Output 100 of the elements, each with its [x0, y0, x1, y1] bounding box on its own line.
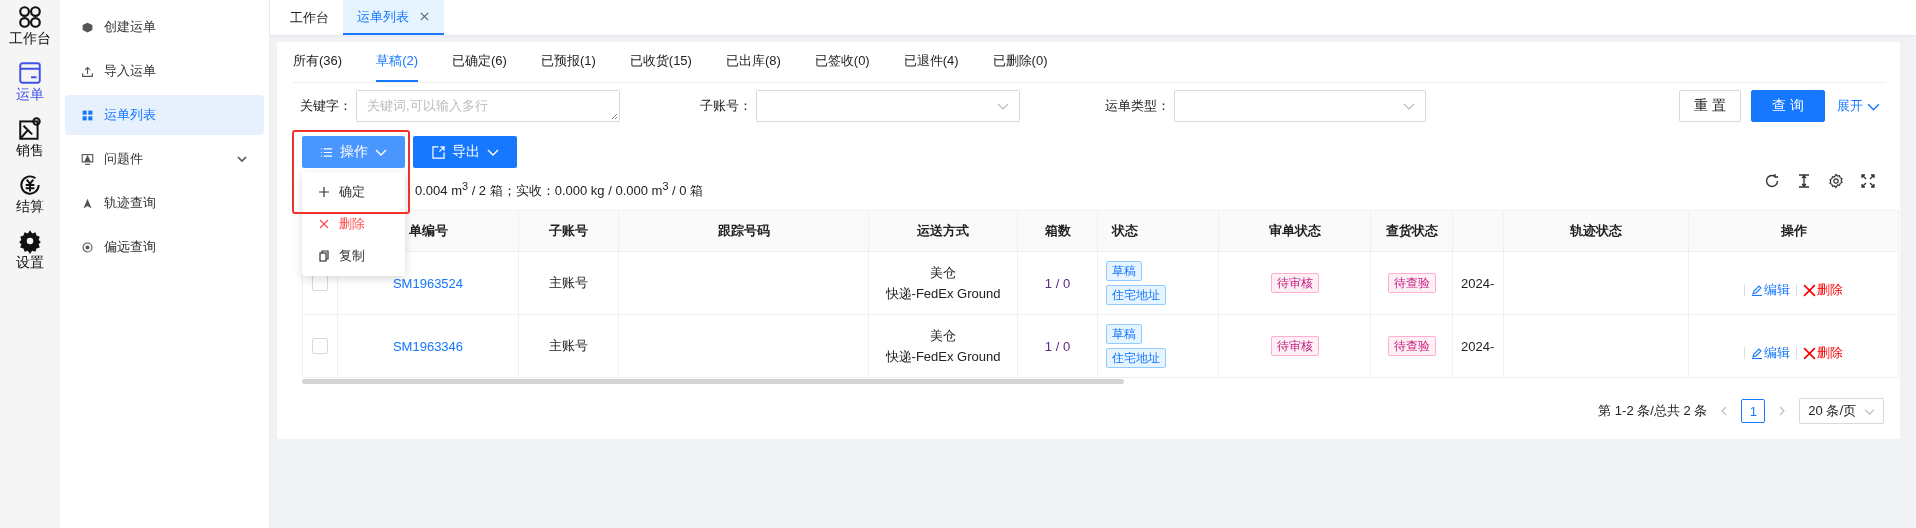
copy-icon — [318, 250, 330, 262]
menu-item[interactable]: 运单列表 — [65, 95, 264, 135]
column-header: 查货状态 — [1385, 223, 1438, 238]
table-cell: 快递-FedEx Ground — [885, 347, 1001, 366]
close-icon[interactable] — [419, 11, 430, 22]
edit-link[interactable]: 编辑 — [1751, 281, 1790, 299]
action-button[interactable]: 导出 — [413, 136, 517, 168]
status-tab[interactable]: 已删除(0) — [992, 42, 1048, 82]
rail-item[interactable]: 工作台 — [9, 4, 51, 46]
row-checkbox[interactable] — [312, 338, 328, 355]
query-button[interactable]: 查 询 — [1751, 90, 1825, 122]
pencil-icon — [1751, 284, 1763, 296]
column-header: 箱数 — [1044, 223, 1071, 238]
order-link[interactable]: SM1963346 — [392, 338, 464, 354]
menu-item[interactable]: 导入运单 — [65, 54, 264, 88]
table-cell: 主账号 — [549, 275, 588, 290]
table-cell: 1 / 0 — [1044, 275, 1071, 291]
resize-handle-icon[interactable] — [610, 112, 618, 120]
menu-icon — [81, 64, 94, 78]
reset-button[interactable]: 重 置 — [1679, 90, 1742, 122]
rail-item[interactable]: 运单 — [16, 60, 44, 102]
column-header: 单编号 — [408, 223, 448, 238]
scrollbar[interactable] — [302, 379, 1124, 384]
status-tab[interactable]: 已确定(6) — [452, 42, 507, 82]
status-tag: 住宅地址 — [1106, 285, 1166, 305]
status-tag: 待查验 — [1387, 273, 1436, 293]
summary-text: 0.004 m$^{3}$ / 2 箱；实收：0.000 kg / 0.000 m$^{3}$ / 0 箱 — [415, 179, 704, 201]
select-field[interactable] — [756, 90, 1020, 122]
order-link[interactable]: SM1963524 — [392, 275, 464, 291]
filter-label: 子账号： — [700, 97, 752, 115]
column-header: 操作 — [1780, 223, 1807, 238]
status-tab[interactable]: 已预报(1) — [540, 42, 596, 82]
column-header: 审单状态 — [1268, 223, 1321, 238]
expand-link[interactable]: 展开 — [1837, 97, 1880, 115]
status-tab[interactable]: 草稿(2) — [376, 42, 418, 82]
column-header: 运送方式 — [917, 223, 969, 238]
menu-item[interactable]: 偏远查询 — [65, 230, 264, 264]
rail-item[interactable]: 结算 — [16, 172, 44, 214]
settings-icon[interactable] — [1828, 173, 1844, 189]
menu-item[interactable]: 轨迹查询 — [65, 186, 264, 220]
status-tag: 住宅地址 — [1106, 348, 1166, 368]
column-height-icon[interactable] — [1796, 173, 1812, 189]
menu-item[interactable]: 问题件 — [65, 142, 264, 176]
page-tab[interactable]: 运单列表 — [343, 0, 444, 35]
status-tab[interactable]: 已签收(0) — [814, 42, 870, 82]
dropdown-item[interactable]: 确定 — [302, 176, 405, 208]
delete-link[interactable]: 删除 — [1803, 281, 1843, 299]
table-cell: 2024- — [1461, 338, 1495, 354]
cross-icon — [1803, 346, 1816, 360]
column-header: 子账号 — [549, 223, 588, 238]
column-header: 跟踪号码 — [717, 223, 770, 238]
column-header: 状态 — [1112, 223, 1138, 238]
export-icon — [431, 145, 445, 159]
rail-icon — [17, 116, 43, 142]
table-cell: 主账号 — [549, 338, 588, 353]
plus-icon — [318, 186, 330, 198]
chevron-icon — [236, 153, 248, 165]
menu-icon — [81, 196, 94, 210]
menu-icon — [81, 20, 94, 34]
status-tag: 待审核 — [1270, 273, 1319, 293]
table-cell: 2024- — [1461, 275, 1495, 291]
menu-icon — [81, 240, 94, 254]
rail-icon — [17, 172, 43, 198]
page-size-select[interactable]: 20 条/页 — [1799, 398, 1884, 424]
refresh-icon[interactable] — [1764, 173, 1780, 189]
delete-link[interactable]: 删除 — [1803, 344, 1843, 362]
edit-link[interactable]: 编辑 — [1751, 344, 1790, 362]
cross-icon — [1803, 283, 1816, 297]
rail-icon — [17, 4, 43, 30]
menu-icon — [81, 108, 94, 122]
status-tag: 待审核 — [1270, 336, 1319, 356]
table-cell: 美仓 — [930, 263, 956, 282]
table-cell: 1 / 0 — [1044, 338, 1071, 354]
status-tag: 草稿 — [1106, 324, 1142, 344]
status-tab[interactable]: 已收货(15) — [629, 42, 692, 82]
status-tag: 草稿 — [1106, 261, 1142, 281]
page-button[interactable]: 1 — [1741, 399, 1766, 423]
table-cell: 美仓 — [930, 326, 956, 345]
status-tab[interactable]: 所有(36) — [293, 42, 343, 82]
status-tab[interactable]: 已退件(4) — [903, 42, 959, 82]
dropdown-item[interactable]: 复制 — [302, 240, 405, 272]
table-cell: 快递-FedEx Ground — [885, 284, 1001, 303]
menu-item[interactable]: 创建运单 — [65, 10, 264, 44]
column-header: 轨迹状态 — [1570, 223, 1622, 238]
cross-icon — [318, 218, 330, 230]
fullscreen-icon[interactable] — [1860, 173, 1876, 189]
page-tab[interactable]: 工作台 — [276, 0, 343, 35]
pencil-icon — [1751, 347, 1763, 359]
status-tab[interactable]: 已出库(8) — [725, 42, 781, 82]
rail-icon — [17, 228, 43, 254]
list-icon — [320, 145, 333, 159]
rail-icon — [17, 60, 43, 86]
select-field[interactable] — [1174, 90, 1426, 122]
pagination-summary: 第 1-2 条/总共 2 条 — [1598, 402, 1708, 420]
rail-item[interactable]: 设置 — [16, 228, 44, 270]
rail-item[interactable]: 销售 — [16, 116, 44, 158]
status-tag: 待查验 — [1387, 336, 1436, 356]
filter-label: 运单类型： — [1105, 97, 1170, 115]
menu-icon — [81, 152, 94, 166]
filter-label: 关键字： — [300, 97, 352, 115]
